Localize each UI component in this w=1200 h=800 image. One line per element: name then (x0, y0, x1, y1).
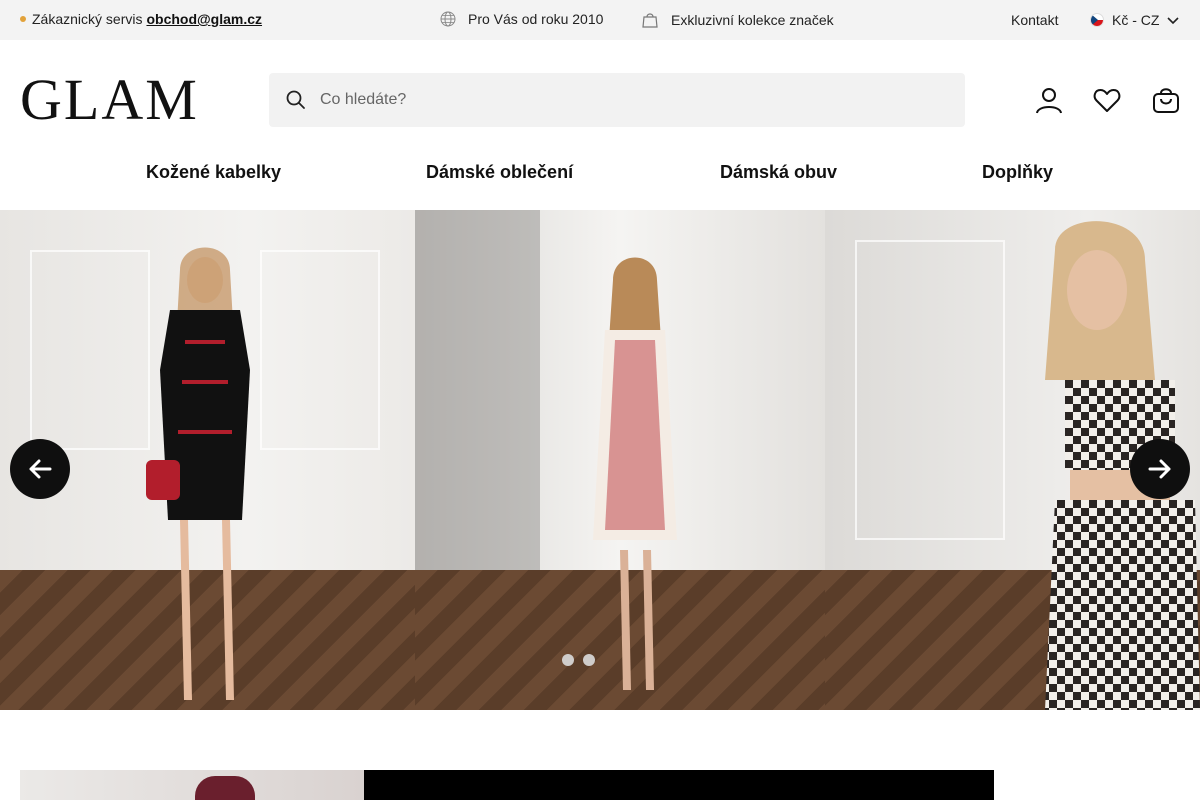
arrow-right-icon (1148, 459, 1171, 479)
main-navigation: Kožené kabelky Dámské oblečení Dámská ob… (0, 160, 1200, 190)
carousel-prev-button[interactable] (10, 439, 70, 499)
shopping-bag-icon (642, 13, 658, 28)
search-bar (269, 73, 965, 127)
customer-service-label: Zákaznický servis (32, 11, 143, 27)
user-icon (1036, 88, 1062, 114)
nav-item-womens-clothing[interactable]: Dámské oblečení (426, 162, 573, 183)
promo-image-handbag[interactable] (20, 770, 364, 800)
contact-link[interactable]: Kontakt (1011, 12, 1058, 28)
cart-button[interactable] (1152, 86, 1180, 119)
search-input[interactable] (320, 91, 920, 109)
carousel-dot-1[interactable] (562, 654, 574, 666)
chevron-down-icon (1167, 17, 1180, 25)
hero-image-patterned-dress[interactable] (415, 210, 825, 710)
currency-label: Kč - CZ (1112, 12, 1160, 28)
logo[interactable]: GLAM (20, 70, 199, 130)
exclusive-info: Exkluzivní kolekce značek (641, 11, 834, 29)
search-icon[interactable] (285, 89, 307, 111)
account-button[interactable] (1035, 86, 1063, 119)
currency-selector[interactable]: Kč - CZ (1090, 12, 1180, 28)
top-bar: Zákaznický servis obchod@glam.cz Pro Vás… (0, 0, 1200, 40)
carousel-next-button[interactable] (1130, 439, 1190, 499)
carousel-pagination (562, 654, 595, 666)
exclusive-label: Exkluzivní kolekce značek (671, 12, 834, 28)
carousel-dot-2[interactable] (583, 654, 595, 666)
promo-banner[interactable] (364, 770, 994, 800)
nav-item-accessories[interactable]: Doplňky (982, 162, 1053, 183)
status-dot-icon (20, 16, 26, 22)
nav-item-leather-handbags[interactable]: Kožené kabelky (146, 162, 281, 183)
model-figure (593, 257, 677, 690)
wishlist-button[interactable] (1093, 86, 1121, 119)
cart-bag-icon (1153, 88, 1179, 113)
since-info: Pro Vás od roku 2010 (440, 11, 603, 27)
heart-icon (1093, 89, 1121, 112)
customer-service: Zákaznický servis obchod@glam.cz (20, 11, 262, 27)
since-label: Pro Vás od roku 2010 (468, 11, 604, 27)
hero-carousel (0, 210, 1200, 710)
globe-icon (440, 11, 456, 27)
nav-item-womens-shoes[interactable]: Dámská obuv (720, 162, 837, 183)
arrow-left-icon (29, 459, 52, 479)
model-figure (146, 247, 250, 700)
czech-flag-icon (1090, 13, 1104, 27)
customer-service-email-link[interactable]: obchod@glam.cz (146, 11, 262, 27)
